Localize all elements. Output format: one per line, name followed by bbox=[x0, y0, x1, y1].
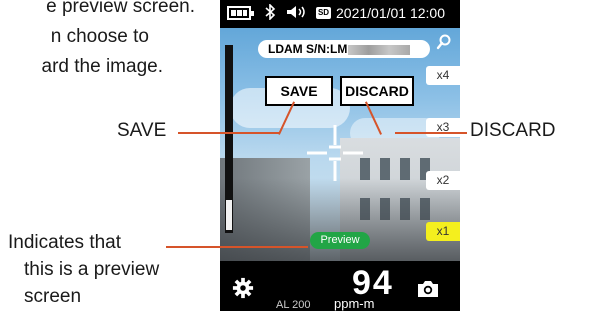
device-screen: SD 2021/01/01 12:00 LDAM S/N:LM SAVE DIS… bbox=[220, 0, 460, 311]
callout-preview-line-2: this is a preview bbox=[24, 259, 160, 280]
callout-preview-line bbox=[166, 246, 308, 248]
camera-icon[interactable] bbox=[416, 277, 440, 299]
serial-redaction bbox=[348, 44, 411, 55]
status-datetime: 2021/01/01 12:00 bbox=[336, 5, 445, 21]
crosshair-icon bbox=[307, 125, 363, 181]
status-bar: SD 2021/01/01 12:00 bbox=[220, 0, 460, 28]
search-icon[interactable] bbox=[436, 34, 452, 50]
zoom-x1-button[interactable]: x1 bbox=[426, 222, 460, 241]
level-meter bbox=[225, 45, 233, 233]
preview-indicator: Preview bbox=[310, 232, 370, 249]
sd-card-icon: SD bbox=[316, 7, 331, 19]
gear-icon[interactable] bbox=[232, 277, 254, 299]
save-button[interactable]: SAVE bbox=[265, 76, 333, 106]
bottom-bar: 94 AL 200 ppm-m bbox=[220, 261, 460, 311]
intro-line-2: n choose to bbox=[50, 26, 149, 47]
bluetooth-icon bbox=[264, 3, 276, 24]
zoom-x4-button[interactable]: x4 bbox=[426, 66, 460, 85]
device-serial-label: LDAM S/N:LM bbox=[258, 40, 430, 58]
callout-preview-line-3: screen bbox=[24, 286, 82, 307]
intro-line-1: e preview screen. bbox=[46, 0, 195, 17]
callout-preview-line-1: Indicates that bbox=[8, 232, 122, 253]
device-serial-text: LDAM S/N:LM bbox=[268, 42, 348, 56]
reading-unit: ppm-m bbox=[334, 296, 375, 311]
zoom-x2-button[interactable]: x2 bbox=[426, 171, 460, 190]
discard-button[interactable]: DISCARD bbox=[340, 76, 414, 106]
callout-save-line bbox=[178, 132, 280, 134]
intro-line-3: ard the image. bbox=[41, 56, 163, 77]
zoom-x3-button[interactable]: x3 bbox=[426, 118, 460, 137]
callout-save-label: SAVE bbox=[117, 120, 167, 141]
battery-icon bbox=[227, 6, 254, 20]
callout-discard-label: DISCARD bbox=[470, 120, 556, 141]
speaker-icon bbox=[286, 4, 308, 24]
camera-view: LDAM S/N:LM SAVE DISCARD x4 x3 x2 x1 Pre… bbox=[220, 28, 460, 261]
callout-discard-line bbox=[395, 132, 467, 134]
alarm-threshold: AL 200 bbox=[276, 299, 311, 311]
